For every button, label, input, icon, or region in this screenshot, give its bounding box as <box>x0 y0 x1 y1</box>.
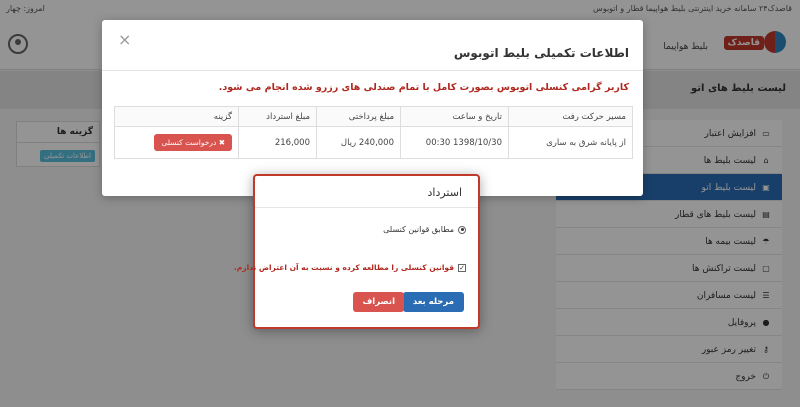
checkbox[interactable]: ✓ <box>458 263 466 272</box>
cell-datetime: 1398/10/30 00:30 <box>400 126 509 159</box>
divider <box>255 207 478 208</box>
radio-button[interactable] <box>458 225 466 234</box>
col-option: گزینه <box>114 106 239 127</box>
radio-label: مطابق قوانین کنسلی <box>383 225 454 234</box>
cell-route: از پایانه شرق به ساری <box>508 126 633 159</box>
table-row: از پایانه شرق به ساری 1398/10/30 00:30 2… <box>114 126 633 159</box>
dismiss-button[interactable]: انصراف <box>353 292 404 312</box>
modal-title: اطلاعات تکمیلی بلیط اتوبوس <box>453 46 629 60</box>
next-step-button[interactable]: مرحله بعد <box>402 292 464 312</box>
close-icon[interactable]: × <box>118 30 131 49</box>
divider <box>102 70 643 71</box>
cell-paid: 240,000 ریال <box>316 126 401 159</box>
cell-refund: 216,000 <box>238 126 317 159</box>
refund-modal: استرداد مطابق قوانین کنسلی ✓ قوانین کنسل… <box>234 174 480 329</box>
cancel-warning: کاربر گرامی کنسلی اتوبوس بصورت کامل با ت… <box>218 82 629 93</box>
cell-option: ✖ درخواست کنسلی <box>114 126 239 159</box>
col-datetime: تاریخ و ساعت <box>400 106 509 127</box>
accept-rules-option[interactable]: ✓ قوانین کنسلی را مطالعه کرده و نسبت به … <box>234 263 466 272</box>
table-header-row: مسیر حرکت رفت تاریخ و ساعت مبلغ پرداختی … <box>114 106 633 127</box>
refund-title: استرداد <box>427 186 462 199</box>
refund-rule-option[interactable]: مطابق قوانین کنسلی <box>383 225 466 234</box>
ticket-table: مسیر حرکت رفت تاریخ و ساعت مبلغ پرداختی … <box>114 106 633 159</box>
checkbox-label: قوانین کنسلی را مطالعه کرده و نسبت به آن… <box>233 263 454 272</box>
cancel-request-button[interactable]: ✖ درخواست کنسلی <box>154 134 232 151</box>
col-route: مسیر حرکت رفت <box>508 106 633 127</box>
col-refund: مبلغ استرداد <box>238 106 317 127</box>
ticket-details-modal: × اطلاعات تکمیلی بلیط اتوبوس کاربر گرامی… <box>102 20 643 196</box>
col-paid: مبلغ پرداختی <box>316 106 401 127</box>
